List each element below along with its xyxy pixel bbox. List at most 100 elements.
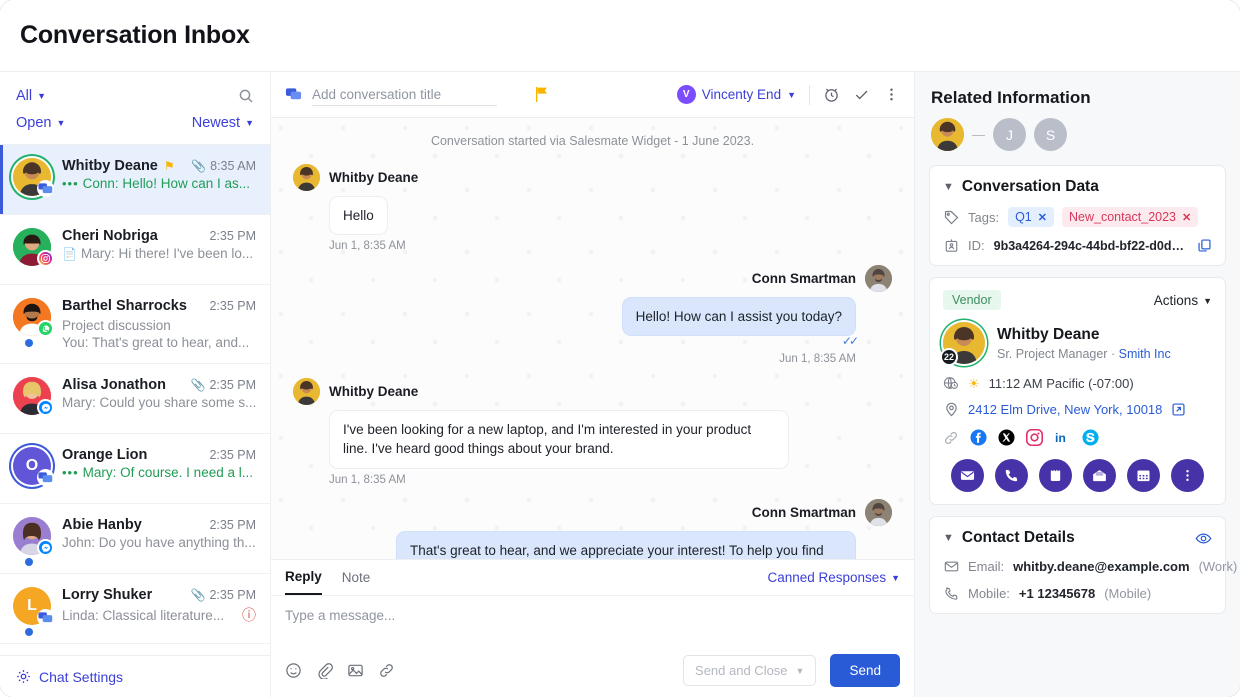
chat-channel-icon <box>37 469 54 486</box>
vendor-address-row: 2412 Elm Drive, New York, 10018 <box>943 402 1212 417</box>
phone-action-button[interactable] <box>995 459 1028 492</box>
attachment-icon[interactable] <box>316 662 333 679</box>
whatsapp-channel-icon <box>37 320 54 337</box>
conversation-item-main: Lorry Shuker 📎 2:35 PM Linda: Classical … <box>62 587 256 630</box>
avatar <box>865 265 892 292</box>
conversation-item-preview: Mary: Could you share some s... <box>62 395 256 410</box>
vendor-score-badge: 22 <box>940 348 958 366</box>
conversation-item-main: Barthel Sharrocks 2:35 PM Project discus… <box>62 298 256 350</box>
sun-icon: ☀ <box>968 377 980 390</box>
calendar-action-button[interactable] <box>1127 459 1160 492</box>
chat-settings-button[interactable]: Chat Settings <box>0 655 270 697</box>
more-vertical-icon[interactable] <box>883 86 900 103</box>
alarm-clock-icon[interactable] <box>823 86 840 103</box>
conversation-list-item[interactable]: Abie Hanby 2:35 PM John: Do you have any… <box>0 504 270 574</box>
related-information-panel: Related Information —JS ▼ Conversation D… <box>915 72 1240 697</box>
contact-mobile-value[interactable]: +1 12345678 <box>1019 586 1095 601</box>
email-icon <box>960 468 975 483</box>
message-header: Whitby Deane <box>293 378 892 405</box>
message-sender: Whitby Deane <box>329 170 418 185</box>
envelope-open-action-button[interactable] <box>1083 459 1116 492</box>
link-icon[interactable] <box>943 430 959 446</box>
tag-chip[interactable]: Q1✕ <box>1008 207 1054 227</box>
message-composer: Reply Note Canned Responses ▼ Type a mes… <box>271 559 914 697</box>
check-icon[interactable] <box>853 86 870 103</box>
x-twitter-icon[interactable] <box>998 429 1015 446</box>
contact-email-type: (Work) <box>1199 559 1238 574</box>
contact-email-value[interactable]: whitby.deane@example.com <box>1013 559 1189 574</box>
vendor-company[interactable]: Smith Inc <box>1119 347 1171 361</box>
emoji-icon[interactable] <box>285 662 302 679</box>
vendor-address[interactable]: 2412 Elm Drive, New York, 10018 <box>968 402 1162 417</box>
vendor-role-company: Sr. Project Manager · Smith Inc <box>997 347 1171 361</box>
related-avatar[interactable]: J <box>993 118 1026 151</box>
conversation-title-icon <box>285 86 302 103</box>
conversation-pane: V Vincenty End ▼ <box>271 72 915 697</box>
conversation-item-name: Whitby Deane <box>62 158 158 174</box>
link-icon[interactable] <box>378 662 395 679</box>
linkedin-icon[interactable]: in <box>1054 429 1071 446</box>
conversation-data-header[interactable]: ▼ Conversation Data <box>943 178 1212 196</box>
skype-icon[interactable] <box>1082 429 1099 446</box>
avatar-wrap <box>13 228 51 266</box>
conversation-sidebar: All ▼ Open ▼ Newest <box>0 72 271 697</box>
conversation-list-item[interactable]: L Lorry Shuker 📎 2:35 PM Linda: Classica… <box>0 574 270 644</box>
conversation-list-item[interactable]: Cheri Nobriga 2:35 PM 📄Mary: Hi there! I… <box>0 215 270 285</box>
actions-dropdown[interactable]: Actions ▼ <box>1154 293 1212 308</box>
conversation-item-main: Abie Hanby 2:35 PM John: Do you have any… <box>62 517 256 560</box>
related-avatars: —JS <box>929 118 1226 165</box>
conversation-item-time: 2:35 PM <box>209 588 256 602</box>
related-information-title: Related Information <box>929 72 1226 118</box>
chevron-down-icon: ▼ <box>37 92 46 101</box>
conversation-title-input[interactable] <box>312 84 497 106</box>
conversation-list-item[interactable]: Whitby Deane ⚑ 📎 8:35 AM •••Conn: Hello!… <box>0 145 270 215</box>
email-action-button[interactable] <box>951 459 984 492</box>
chevron-down-icon: ▼ <box>56 119 65 128</box>
remove-tag-icon[interactable]: ✕ <box>1038 211 1047 224</box>
flag-icon[interactable] <box>535 87 548 102</box>
envelope-open-icon <box>1092 468 1107 483</box>
note-icon <box>1048 468 1063 483</box>
instagram-icon[interactable] <box>1026 429 1043 446</box>
remove-tag-icon[interactable]: ✕ <box>1182 211 1191 224</box>
send-and-close-dropdown[interactable]: Send and Close ▼ <box>683 655 816 686</box>
tab-reply[interactable]: Reply <box>285 560 322 595</box>
conversation-item-name: Lorry Shuker <box>62 587 152 603</box>
conversation-list-item[interactable]: O Orange Lion 2:35 PM •••Mary: Of course… <box>0 434 270 504</box>
copy-icon[interactable] <box>1197 238 1212 253</box>
chat-channel-icon <box>37 609 54 626</box>
external-link-icon[interactable] <box>1171 402 1186 417</box>
divider <box>809 85 810 105</box>
conversation-item-main: Cheri Nobriga 2:35 PM 📄Mary: Hi there! I… <box>62 228 256 271</box>
message-input[interactable]: Type a message... <box>271 596 914 651</box>
conversation-item-meta: 2:35 PM <box>209 229 256 243</box>
conversation-item-top: Whitby Deane ⚑ 📎 8:35 AM <box>62 158 256 174</box>
more-action-button[interactable] <box>1171 459 1204 492</box>
related-avatar[interactable]: S <box>1034 118 1067 151</box>
conversation-list[interactable]: Whitby Deane ⚑ 📎 8:35 AM •••Conn: Hello!… <box>0 145 270 655</box>
system-note: Conversation started via Salesmate Widge… <box>293 134 892 148</box>
tag-chip[interactable]: New_contact_2023✕ <box>1062 207 1198 227</box>
contact-details-header[interactable]: ▼ Contact Details <box>943 529 1212 547</box>
filter-scope-dropdown[interactable]: All ▼ <box>16 88 46 104</box>
conversation-list-item[interactable]: Barthel Sharrocks 2:35 PM Project discus… <box>0 285 270 364</box>
search-icon[interactable] <box>238 88 254 104</box>
vendor-badge: Vendor <box>943 290 1001 310</box>
vendor-card-header: Vendor Actions ▼ <box>943 290 1212 310</box>
note-action-button[interactable] <box>1039 459 1072 492</box>
conversation-item-meta: 📎 2:35 PM <box>190 588 256 602</box>
send-button[interactable]: Send <box>830 654 900 687</box>
canned-responses-dropdown[interactable]: Canned Responses ▼ <box>767 570 900 585</box>
filter-status-dropdown[interactable]: Open ▼ <box>16 115 65 131</box>
tab-note[interactable]: Note <box>342 561 371 594</box>
image-icon[interactable] <box>347 662 364 679</box>
related-avatar[interactable] <box>931 118 964 151</box>
eye-icon[interactable] <box>1195 530 1212 547</box>
filter-sort-dropdown[interactable]: Newest ▼ <box>192 115 254 131</box>
assignee-dropdown[interactable]: V Vincenty End ▼ <box>677 85 796 104</box>
conversation-item-top: Abie Hanby 2:35 PM <box>62 517 256 533</box>
conversation-list-item[interactable]: Alisa Jonathon 📎 2:35 PM Mary: Could you… <box>0 364 270 434</box>
avatar-wrap <box>13 158 51 196</box>
chevron-down-icon: ▼ <box>943 532 954 544</box>
facebook-icon[interactable] <box>970 429 987 446</box>
